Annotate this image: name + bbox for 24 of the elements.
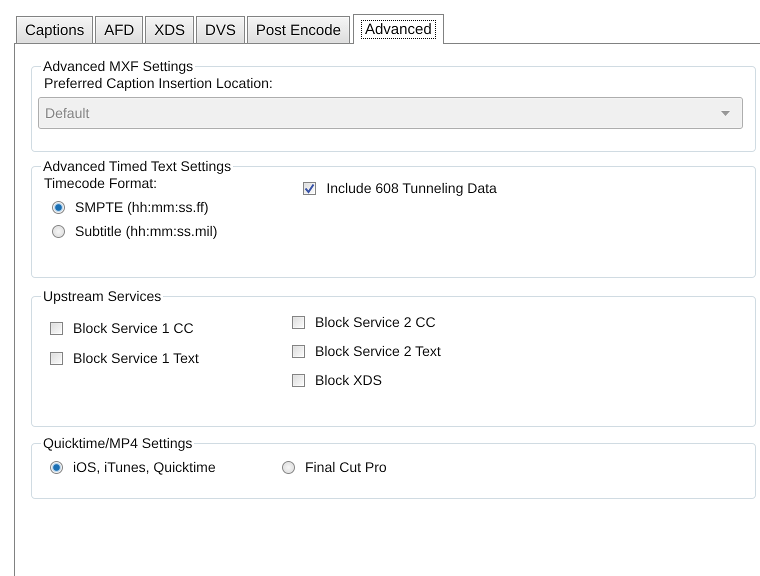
field-label: Preferred Caption Insertion Location:	[44, 75, 274, 91]
checkbox[interactable]: Block XDS	[292, 372, 441, 388]
tab[interactable]: Captions	[16, 16, 94, 43]
dropdown-arrow-icon	[721, 110, 730, 116]
radio-button[interactable]: iOS, iTunes, Quicktime	[50, 459, 216, 475]
group-title: Quicktime/MP4 Settings	[42, 435, 194, 451]
tab[interactable]: Post Encode	[246, 16, 350, 43]
group-title: Advanced MXF Settings	[42, 58, 194, 74]
radio-button[interactable]: Final Cut Pro	[282, 459, 387, 475]
checkbox[interactable]: Block Service 2 Text	[292, 343, 441, 359]
tab[interactable]: DVS	[196, 16, 245, 43]
group-title: Upstream Services	[42, 288, 162, 304]
group-title: Advanced Timed Text Settings	[42, 158, 232, 174]
tab[interactable]: XDS	[145, 16, 194, 43]
field-label: Timecode Format:	[44, 175, 158, 191]
radio-button[interactable]: Subtitle (hh:mm:ss.mil)	[52, 223, 218, 239]
checkmark-icon	[304, 182, 316, 194]
checkbox[interactable]: Block Service 1 CC	[50, 320, 286, 336]
radio-button[interactable]: SMPTE (hh:mm:ss.ff)	[52, 199, 218, 215]
checkbox[interactable]: Include 608 Tunneling Data	[303, 180, 497, 196]
tab[interactable]: AFD	[95, 16, 144, 43]
checkbox[interactable]: Block Service 1 Text	[50, 350, 286, 366]
tab[interactable]: Advanced	[352, 14, 444, 44]
checkbox[interactable]: Block Service 2 CC	[292, 314, 441, 330]
